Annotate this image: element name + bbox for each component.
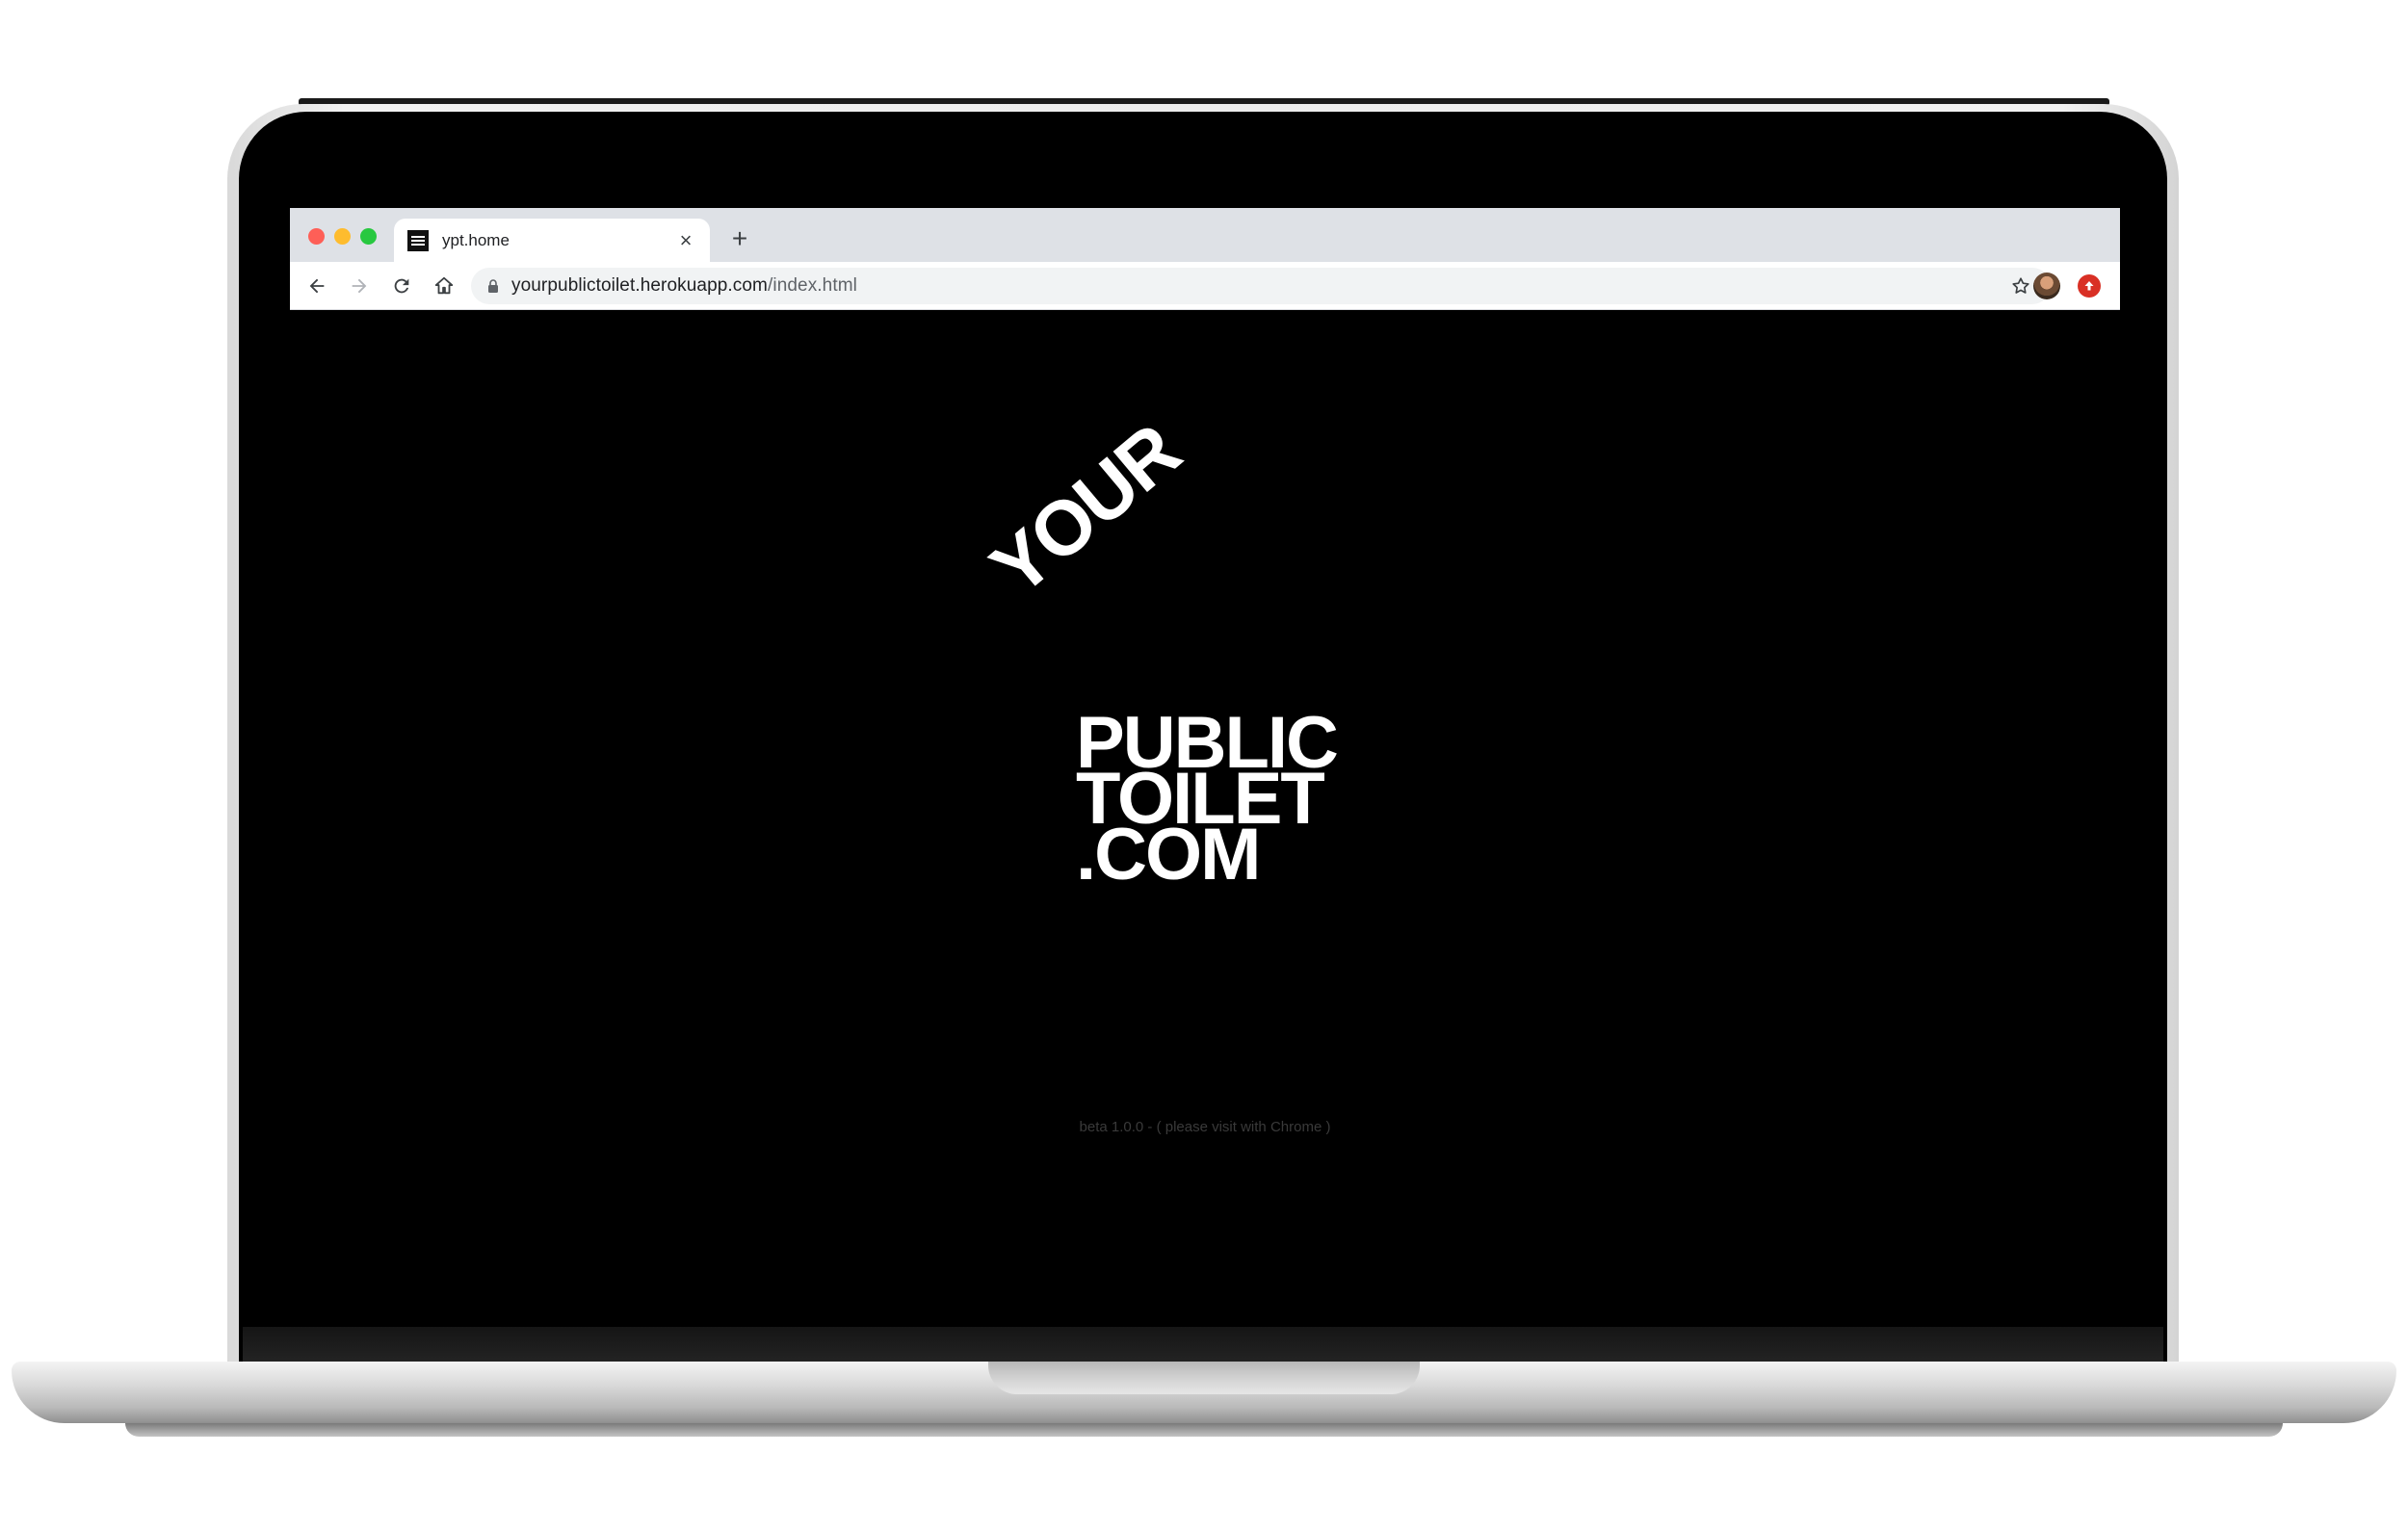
laptop-base-foot — [125, 1423, 2283, 1437]
site-favicon-icon — [407, 229, 429, 251]
bookmark-star-icon[interactable] — [2010, 275, 2031, 297]
laptop-screen: ypt.home × + yourpublictoilet.herokuapp.… — [290, 208, 2120, 1298]
url-path: /index.html — [768, 275, 857, 296]
url-text: yourpublictoilet.herokuapp.com/index.htm… — [511, 275, 857, 297]
new-tab-button[interactable]: + — [725, 224, 754, 253]
browser-tab-active[interactable]: ypt.home × — [394, 219, 710, 262]
url-host: yourpublictoilet.herokuapp.com — [511, 275, 768, 296]
tab-close-icon[interactable]: × — [671, 226, 700, 255]
site-logo[interactable]: YOUR PUBLIC TOILET .COM — [290, 310, 2120, 1298]
window-zoom-button[interactable] — [360, 228, 377, 245]
window-close-button[interactable] — [308, 228, 325, 245]
home-icon[interactable] — [429, 271, 459, 301]
address-bar[interactable]: yourpublictoilet.herokuapp.com/index.htm… — [471, 268, 2051, 304]
browser-tab-strip: ypt.home × + — [290, 208, 2120, 262]
browser-toolbar: yourpublictoilet.herokuapp.com/index.htm… — [290, 262, 2120, 310]
laptop-opening-notch — [988, 1362, 1420, 1394]
extension-upload-icon[interactable] — [2078, 274, 2101, 298]
window-minimize-button[interactable] — [334, 228, 351, 245]
reload-icon[interactable] — [386, 271, 417, 301]
logo-word-your: YOUR — [975, 407, 1195, 612]
back-arrow-icon[interactable] — [301, 271, 332, 301]
forward-arrow-icon[interactable] — [344, 271, 375, 301]
logo-word-com: .COM — [1076, 814, 1261, 895]
tab-title: ypt.home — [442, 230, 510, 249]
profile-avatar-icon[interactable] — [2033, 272, 2060, 299]
web-page: YOUR PUBLIC TOILET .COM beta 1.0.0 - ( p… — [290, 310, 2120, 1298]
version-note: beta 1.0.0 - ( please visit with Chrome … — [1079, 1119, 1331, 1135]
lock-icon[interactable] — [486, 277, 500, 295]
